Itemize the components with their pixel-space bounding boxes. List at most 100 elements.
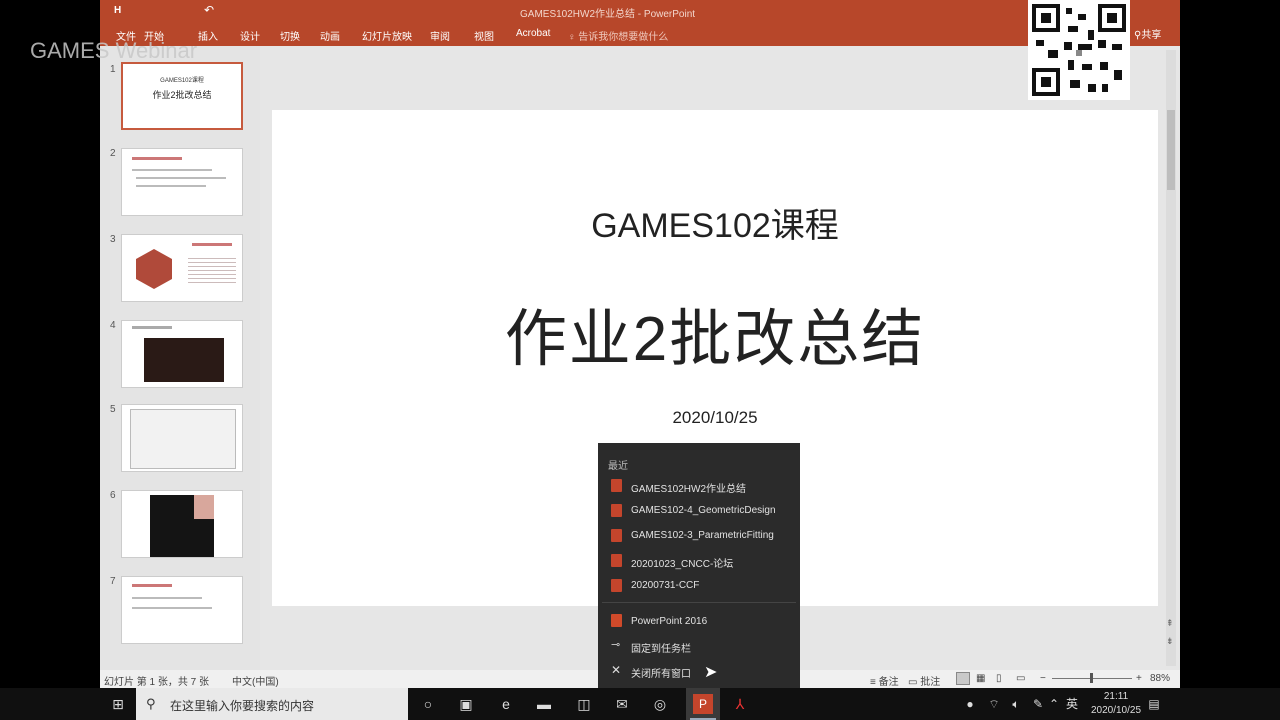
- notes-label: 备注: [878, 677, 899, 688]
- thumb-accent-block: [194, 495, 214, 519]
- zoom-level[interactable]: 88%: [1150, 673, 1170, 684]
- mail-icon[interactable]: ✉: [612, 694, 632, 714]
- powerpoint-taskbar-button[interactable]: P: [686, 688, 720, 720]
- slide-course-title: GAMES102课程: [591, 207, 839, 245]
- thumb-screenshot: [130, 409, 236, 469]
- thumb-heading: [132, 584, 172, 587]
- comment-icon: ▭: [908, 677, 921, 688]
- file-explorer-icon[interactable]: ▬: [534, 694, 554, 714]
- watermark-text: GAMES Webinar: [30, 38, 198, 63]
- slide-number: 3: [110, 234, 116, 245]
- tab-animations[interactable]: 动画: [320, 28, 340, 43]
- recent-header: 最近: [608, 461, 628, 472]
- comments-button[interactable]: ▭ 批注: [908, 673, 940, 688]
- tab-slideshow[interactable]: 幻灯片放映: [362, 28, 412, 43]
- recent-item[interactable]: GAMES102-3_ParametricFitting: [631, 530, 774, 541]
- tab-acrobat[interactable]: Acrobat: [516, 28, 550, 39]
- store-icon[interactable]: ◫: [574, 694, 594, 714]
- scrollbar-thumb[interactable]: [1167, 110, 1175, 190]
- language-indicator[interactable]: 中文(中国): [232, 673, 279, 688]
- slide-thumbnail-2[interactable]: [121, 148, 243, 216]
- open-powerpoint-item[interactable]: PowerPoint 2016: [631, 616, 707, 627]
- search-icon: ⚲: [146, 696, 156, 711]
- clock-date[interactable]: 2020/10/25: [1082, 705, 1150, 716]
- network-icon[interactable]: ⌔: [984, 694, 1004, 714]
- slide-thumbnail-3[interactable]: [121, 234, 243, 302]
- lightbulb-icon: ♀: [568, 32, 579, 43]
- thumb-course: GAMES102课程: [160, 78, 204, 84]
- clock-time[interactable]: 21:11: [1090, 691, 1142, 702]
- slide-title: 作业2批改总结: [504, 305, 926, 374]
- show-hidden-icons[interactable]: ⌃: [1044, 694, 1064, 714]
- tell-me-search[interactable]: ♀ 告诉我你想要做什么: [568, 28, 668, 43]
- slide-thumbnail-1[interactable]: GAMES102课程 作业2批改总结: [121, 62, 243, 130]
- save-icon[interactable]: H: [114, 5, 121, 16]
- undo-icon[interactable]: ↶: [204, 3, 214, 17]
- powerpoint-icon: P: [693, 694, 713, 714]
- recent-item[interactable]: 20201023_CNCC-论坛: [631, 555, 733, 570]
- thumb-text-line: [132, 607, 212, 609]
- slide-thumbnail-4[interactable]: [121, 320, 243, 388]
- tab-review[interactable]: 审阅: [430, 28, 450, 43]
- slide-thumbnail-6[interactable]: [121, 490, 243, 558]
- search-placeholder: 在这里输入你要搜索的内容: [170, 699, 315, 713]
- pptx-file-icon: [611, 479, 622, 492]
- close-icon: ✕: [611, 663, 622, 677]
- reading-view-icon[interactable]: ▯: [996, 673, 1002, 684]
- zoom-out-icon[interactable]: −: [1040, 673, 1046, 684]
- recent-item[interactable]: 20200731-CCF: [631, 580, 699, 591]
- zoom-slider-thumb[interactable]: [1090, 673, 1093, 683]
- pptx-file-icon: [611, 504, 622, 517]
- tab-view[interactable]: 视图: [474, 28, 494, 43]
- recent-item[interactable]: GAMES102-4_GeometricDesign: [631, 505, 776, 516]
- pin-to-taskbar-item[interactable]: 固定到任务栏: [631, 640, 691, 655]
- thumb-text-line: [132, 169, 212, 171]
- pptx-file-icon: [611, 529, 622, 542]
- window-title: GAMES102HW2作业总结 - PowerPoint: [520, 9, 696, 20]
- acrobat-icon[interactable]: ⅄: [730, 694, 750, 714]
- close-all-windows-item[interactable]: 关闭所有窗口: [631, 665, 691, 680]
- thumb-text-line: [136, 185, 206, 187]
- next-slide-icon[interactable]: ⇟: [1166, 636, 1174, 647]
- slide-number: 7: [110, 576, 116, 587]
- zoom-in-icon[interactable]: +: [1136, 673, 1142, 684]
- slide-number: 2: [110, 148, 116, 159]
- slide-date: 2020/10/25: [672, 408, 758, 427]
- taskbar-search-box[interactable]: ⚲ 在这里输入你要搜索的内容: [136, 688, 408, 720]
- task-view-icon[interactable]: ▣: [456, 694, 476, 714]
- thumb-heading: [132, 157, 182, 160]
- jumplist-divider: [602, 602, 796, 603]
- share-label: 共享: [1141, 30, 1162, 41]
- slide-thumbnail-7[interactable]: [121, 576, 243, 644]
- title-bar: H ↶ GAMES102HW2作业总结 - PowerPoint: [100, 0, 1180, 22]
- windows-start-icon[interactable]: ⊞: [108, 694, 128, 714]
- qr-code: [1028, 0, 1130, 100]
- slide-counter: 幻灯片 第 1 张，共 7 张: [104, 677, 210, 688]
- microphone-icon[interactable]: ●: [960, 694, 980, 714]
- recent-item[interactable]: GAMES102HW2作业总结: [631, 480, 746, 495]
- slide-number: 6: [110, 490, 116, 501]
- share-button[interactable]: ⚲共享: [1134, 26, 1161, 41]
- notes-icon: ≡: [870, 677, 879, 688]
- ime-indicator[interactable]: 英: [1062, 694, 1082, 714]
- volume-icon[interactable]: 🔈︎: [1006, 694, 1026, 714]
- cortana-icon[interactable]: ○: [418, 694, 438, 714]
- slide-number: 5: [110, 404, 116, 415]
- tab-insert[interactable]: 插入: [198, 28, 218, 43]
- chrome-icon[interactable]: ◎: [650, 694, 670, 714]
- normal-view-icon[interactable]: [956, 672, 970, 685]
- prev-slide-icon[interactable]: ⇞: [1166, 618, 1174, 629]
- tab-transitions[interactable]: 切换: [280, 28, 300, 43]
- notifications-icon[interactable]: ▤: [1144, 694, 1164, 714]
- vertical-scrollbar[interactable]: [1166, 50, 1176, 666]
- thumb-title: 作业2批改总结: [152, 90, 212, 100]
- tab-design[interactable]: 设计: [240, 28, 260, 43]
- slide-thumbnail-5[interactable]: [121, 404, 243, 472]
- slide-number: 1: [110, 64, 116, 75]
- notes-button[interactable]: ≡ 备注: [870, 673, 899, 688]
- edge-icon[interactable]: e: [496, 694, 516, 714]
- powerpoint-app-icon: [611, 614, 622, 627]
- thumb-text-block: [188, 255, 236, 285]
- slide-sorter-icon[interactable]: ▦: [976, 673, 985, 684]
- slideshow-icon[interactable]: ▭: [1016, 673, 1025, 684]
